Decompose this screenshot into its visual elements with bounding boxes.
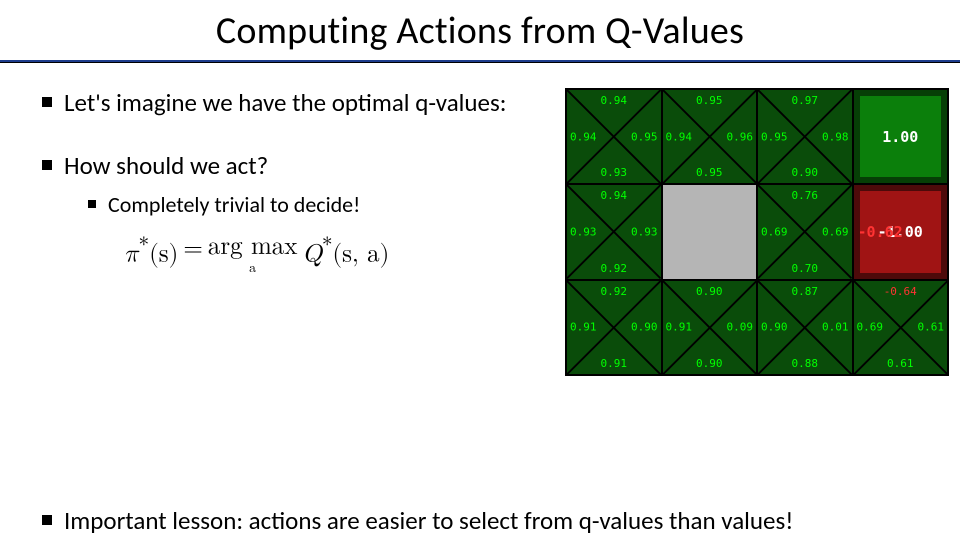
sub-bullet-1-text: Completely trivial to decide! xyxy=(108,191,360,218)
q-value-grid: 0.940.950.930.94 0.950.960.950.94 0.970.… xyxy=(565,88,949,376)
formula-Q: Q*(s, a) xyxy=(302,234,389,269)
formula-pi: π*(s) xyxy=(124,234,178,269)
formula-eq: = xyxy=(183,234,202,264)
grid-cell: 0.870.010.880.90 xyxy=(758,281,852,374)
grid-cell: 0.760.690.700.69 xyxy=(758,185,852,278)
bullet-lesson-text: Important lesson: actions are easier to … xyxy=(64,505,793,536)
slide-title: Computing Actions from Q-Values xyxy=(0,8,960,54)
bullet-lesson: Important lesson: actions are easier to … xyxy=(42,505,793,536)
formula-argmax: arg max a xyxy=(208,234,298,275)
grid-cell: 0.970.980.900.95 xyxy=(758,90,852,183)
bullet-2-text: How should we act? xyxy=(64,150,268,181)
grid-cell: 0.920.900.910.91 xyxy=(567,281,661,374)
grid-cell: -1.00-0.62 xyxy=(854,185,948,278)
grid-cell: 1.00 xyxy=(854,90,948,183)
grid-cell: 0.950.960.950.94 xyxy=(663,90,757,183)
grid-cell: 0.900.090.900.91 xyxy=(663,281,757,374)
grid-cell: 0.940.950.930.94 xyxy=(567,90,661,183)
grid-cell xyxy=(663,185,757,278)
bullet-1-text: Let's imagine we have the optimal q-valu… xyxy=(64,87,506,118)
title-underline xyxy=(0,60,960,63)
grid-cell: 0.940.930.920.93 xyxy=(567,185,661,278)
grid-cell: -0.640.610.610.69 xyxy=(854,281,948,374)
slide-title-area: Computing Actions from Q-Values xyxy=(0,0,960,60)
